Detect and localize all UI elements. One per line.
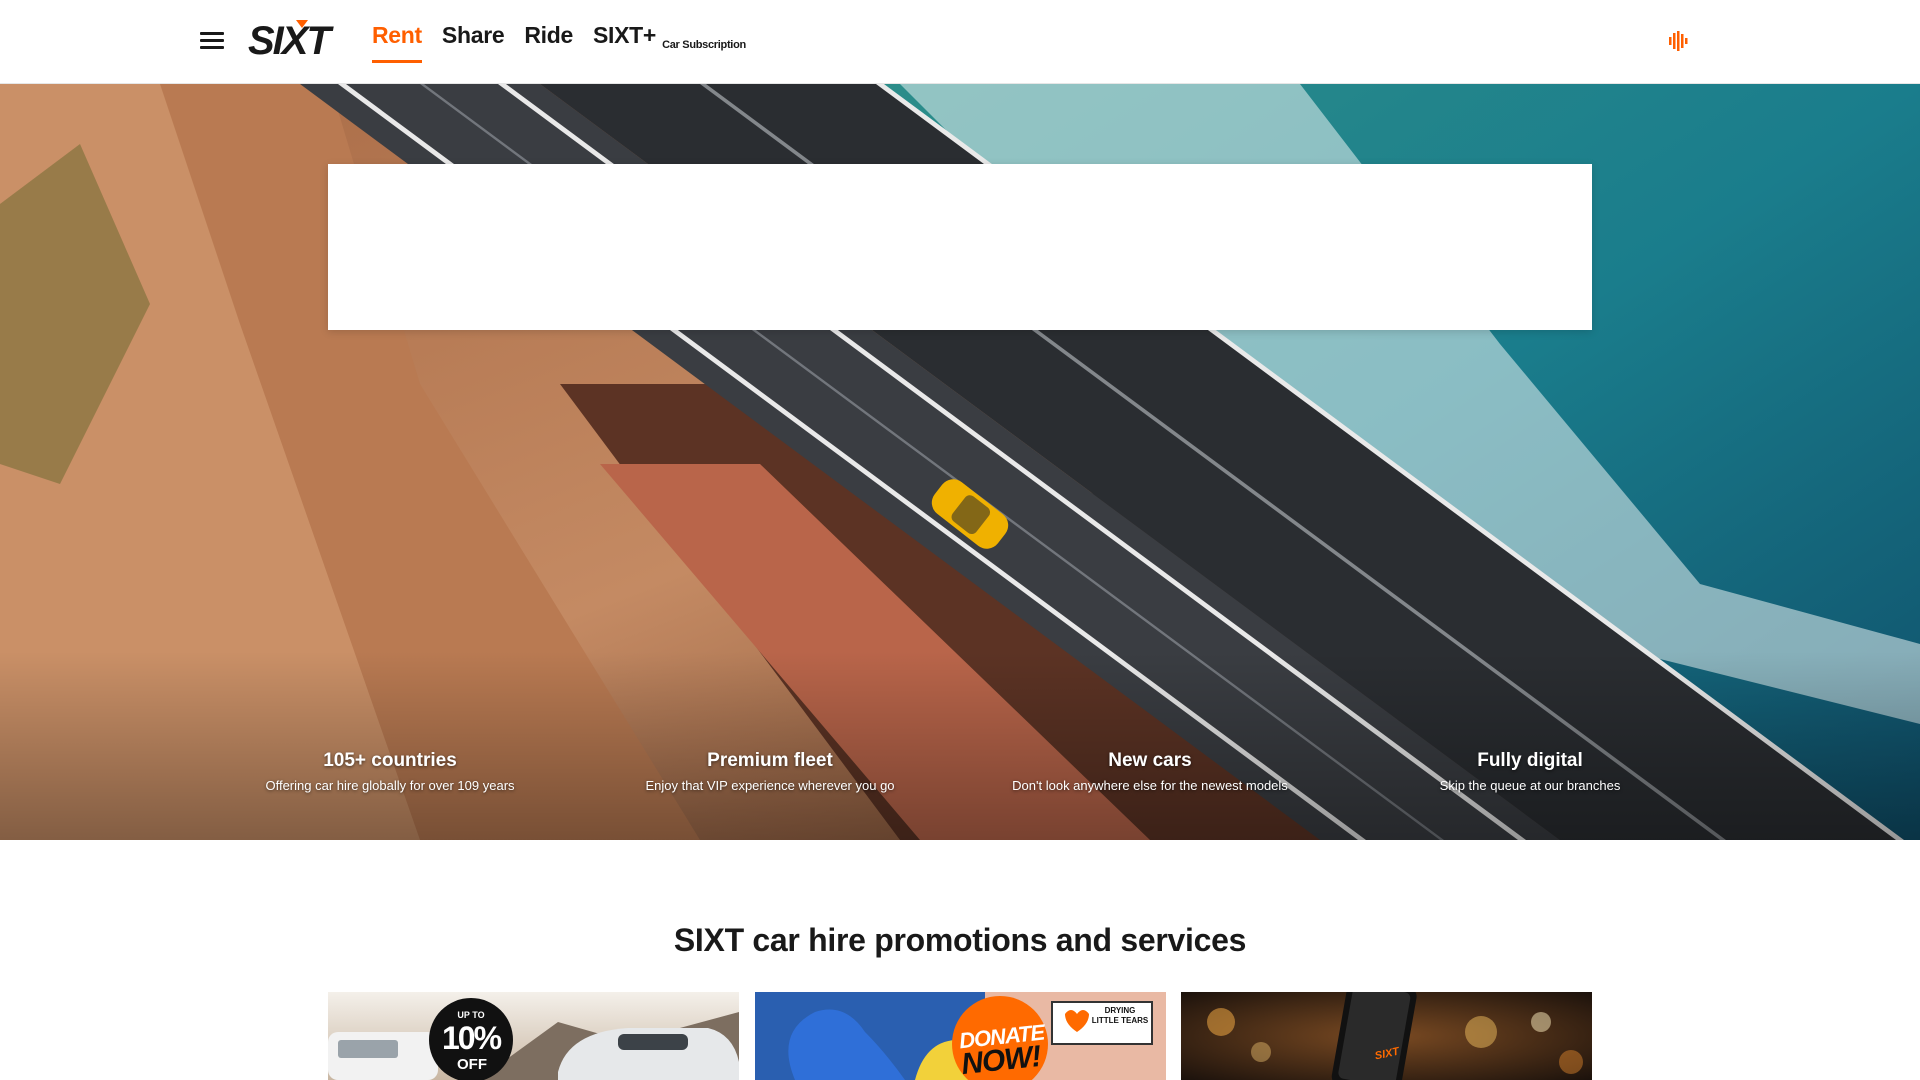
usp-new-cars: New cars Don't look anywhere else for th… xyxy=(960,748,1340,796)
site-header: SIXT Rent Share Ride SIXT+ Car Subscripti… xyxy=(0,0,1920,84)
nav-sixt-plus[interactable]: SIXT+ Car Subscription xyxy=(593,22,746,62)
promo-discount-badge-main: 10% xyxy=(441,1020,502,1056)
promo-app-image xyxy=(1181,992,1592,1080)
usp-countries: 105+ countries Offering car hire globall… xyxy=(200,748,580,796)
nav-sixt-plus-sublabel: Car Subscription xyxy=(662,39,746,51)
promotions-heading: SIXT car hire promotions and services xyxy=(673,922,1247,958)
usp-digital: Fully digital Skip the queue at our bran… xyxy=(1340,748,1720,796)
hero-section: 105+ countries Offering car hire globall… xyxy=(0,84,1920,840)
sixt-logo[interactable]: SIXT xyxy=(246,18,344,60)
usp-row: 105+ countries Offering car hire globall… xyxy=(0,748,1920,808)
svg-text:SIXT: SIXT xyxy=(248,19,334,60)
nav-ride[interactable]: Ride xyxy=(524,22,573,62)
usp-title: New cars xyxy=(1108,750,1192,771)
usp-title: 105+ countries xyxy=(323,750,457,771)
promo-donate-badge-bottom: NOW! xyxy=(959,1039,1043,1080)
usp-text: Offering car hire globally for over 109 … xyxy=(265,778,515,793)
booking-widget[interactable] xyxy=(328,164,1592,330)
main-nav: Rent Share Ride SIXT+ Car Subscription xyxy=(372,22,766,63)
promo-card-discount[interactable]: UP TO 10% OFF xyxy=(328,992,739,1080)
usp-title: Fully digital xyxy=(1477,750,1583,771)
promo-card-donate[interactable]: DONATE NOW! DRYING LITTLE TEARS xyxy=(755,992,1166,1080)
usp-text: Skip the queue at our branches xyxy=(1439,778,1621,793)
promo-discount-badge-top: UP TO xyxy=(457,1010,485,1020)
usp-text: Don't look anywhere else for the newest … xyxy=(1012,778,1288,793)
usp-text: Enjoy that VIP experience wherever you g… xyxy=(645,778,895,793)
usp-title: Premium fleet xyxy=(707,750,833,771)
promo-card-app[interactable]: SIXT xyxy=(1181,992,1592,1080)
nav-share[interactable]: Share xyxy=(442,22,505,62)
promo-discount-badge-bottom: OFF xyxy=(457,1056,487,1073)
nav-rent[interactable]: Rent xyxy=(372,22,422,63)
nav-sixt-plus-label: SIXT+ xyxy=(593,22,657,48)
usp-fleet: Premium fleet Enjoy that VIP experience … xyxy=(580,748,960,796)
voice-assistant-icon[interactable] xyxy=(1668,30,1690,52)
promo-donate-partner-logo: DRYING LITTLE TEARS xyxy=(1091,1006,1149,1025)
menu-icon[interactable] xyxy=(198,28,226,52)
promo-discount-image xyxy=(328,992,739,1080)
